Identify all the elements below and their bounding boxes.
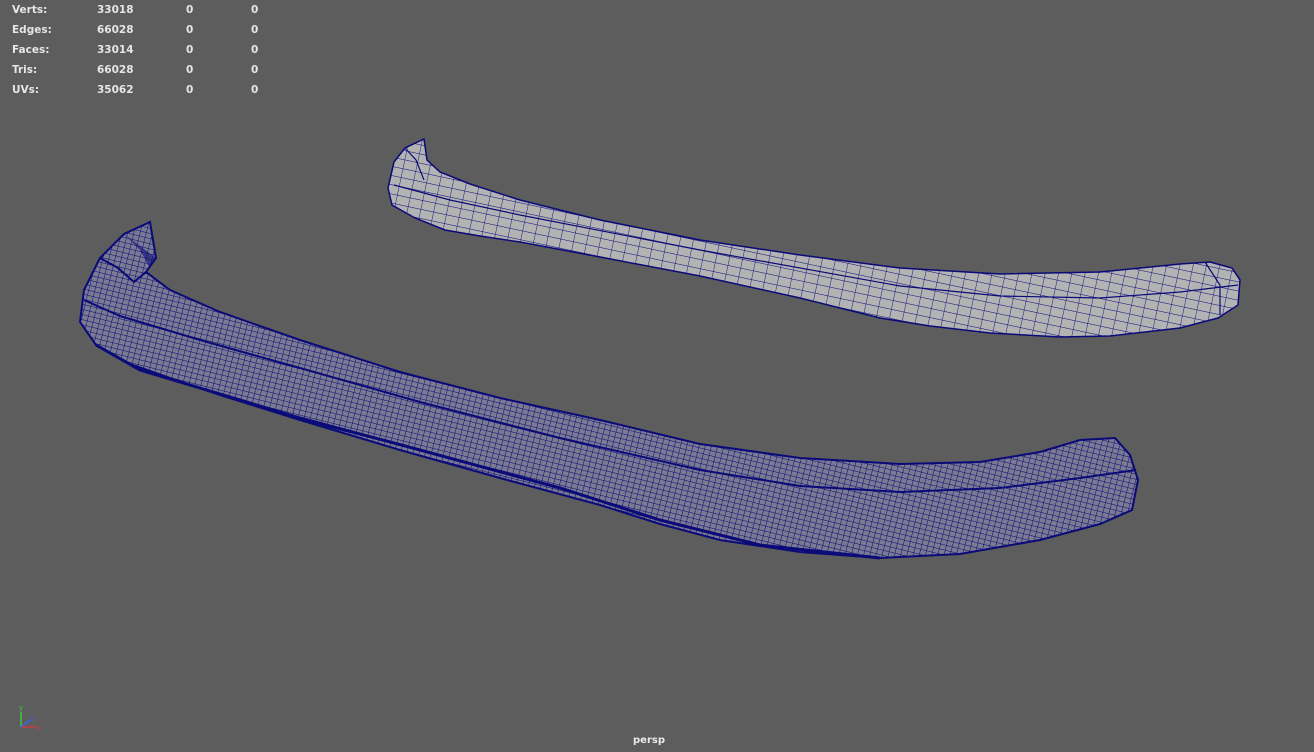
hud-row-tris: Tris: 66028 0 0 <box>12 60 272 80</box>
hud-total: 66028 <box>97 64 134 76</box>
camera-name-label: persp <box>633 735 665 746</box>
hud-row-faces: Faces: 33014 0 0 <box>12 40 272 60</box>
hud-row-uvs: UVs: 35062 0 0 <box>12 80 272 100</box>
hud-total: 33014 <box>97 44 134 56</box>
hud-selected: 0 <box>186 44 194 56</box>
axis-y-label: y <box>19 704 23 712</box>
hud-total: 66028 <box>97 24 134 36</box>
hud-label: Verts: <box>12 4 48 16</box>
hud-label: Faces: <box>12 44 50 56</box>
poly-count-hud: Verts: 33018 0 0 Edges: 66028 0 0 Faces:… <box>12 0 272 100</box>
hud-component: 0 <box>251 4 259 16</box>
hud-label: Tris: <box>12 64 38 76</box>
hud-selected: 0 <box>186 24 194 36</box>
hud-selected: 0 <box>186 84 194 96</box>
axis-z-label: z <box>30 715 34 723</box>
hud-component: 0 <box>251 64 259 76</box>
hud-total: 35062 <box>97 84 134 96</box>
hud-row-verts: Verts: 33018 0 0 <box>12 0 272 20</box>
hud-selected: 0 <box>186 64 194 76</box>
hud-row-edges: Edges: 66028 0 0 <box>12 20 272 40</box>
perspective-viewport[interactable]: Verts: 33018 0 0 Edges: 66028 0 0 Faces:… <box>0 0 1314 752</box>
hud-label: Edges: <box>12 24 52 36</box>
axis-gizmo-icon: y z x <box>19 704 40 732</box>
hud-component: 0 <box>251 84 259 96</box>
hud-component: 0 <box>251 24 259 36</box>
hud-selected: 0 <box>186 4 194 16</box>
scene-canvas[interactable] <box>0 0 1314 752</box>
low-poly-bumper-mesh[interactable] <box>387 137 1241 338</box>
hud-label: UVs: <box>12 84 40 96</box>
axis-x-label: x <box>36 724 40 732</box>
hud-component: 0 <box>251 44 259 56</box>
hud-total: 33018 <box>97 4 134 16</box>
